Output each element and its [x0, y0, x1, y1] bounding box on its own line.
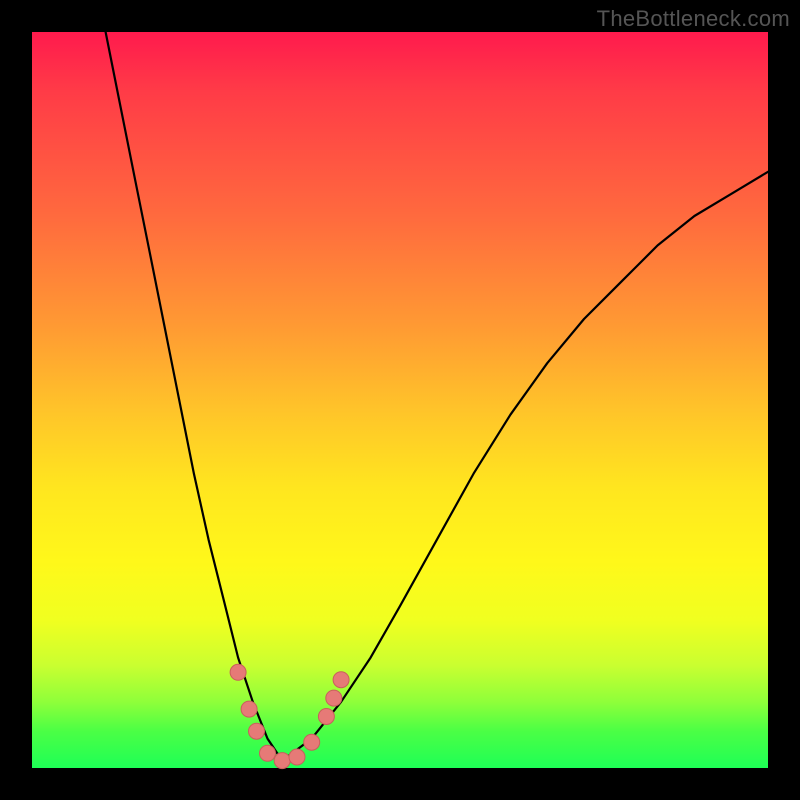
- curve-layer: [106, 32, 768, 761]
- valley-marker: [260, 745, 276, 761]
- valley-marker: [230, 664, 246, 680]
- valley-marker: [304, 734, 320, 750]
- valley-marker: [333, 672, 349, 688]
- marker-layer: [230, 664, 349, 768]
- chart-frame: TheBottleneck.com: [0, 0, 800, 800]
- valley-marker: [241, 701, 257, 717]
- valley-marker: [249, 723, 265, 739]
- valley-marker: [326, 690, 342, 706]
- curve-left-branch: [106, 32, 283, 761]
- curve-right-branch: [282, 172, 768, 761]
- chart-svg: [32, 32, 768, 768]
- plot-area: [32, 32, 768, 768]
- watermark-text: TheBottleneck.com: [597, 6, 790, 32]
- valley-marker: [318, 709, 334, 725]
- valley-marker: [274, 753, 290, 769]
- valley-marker: [289, 749, 305, 765]
